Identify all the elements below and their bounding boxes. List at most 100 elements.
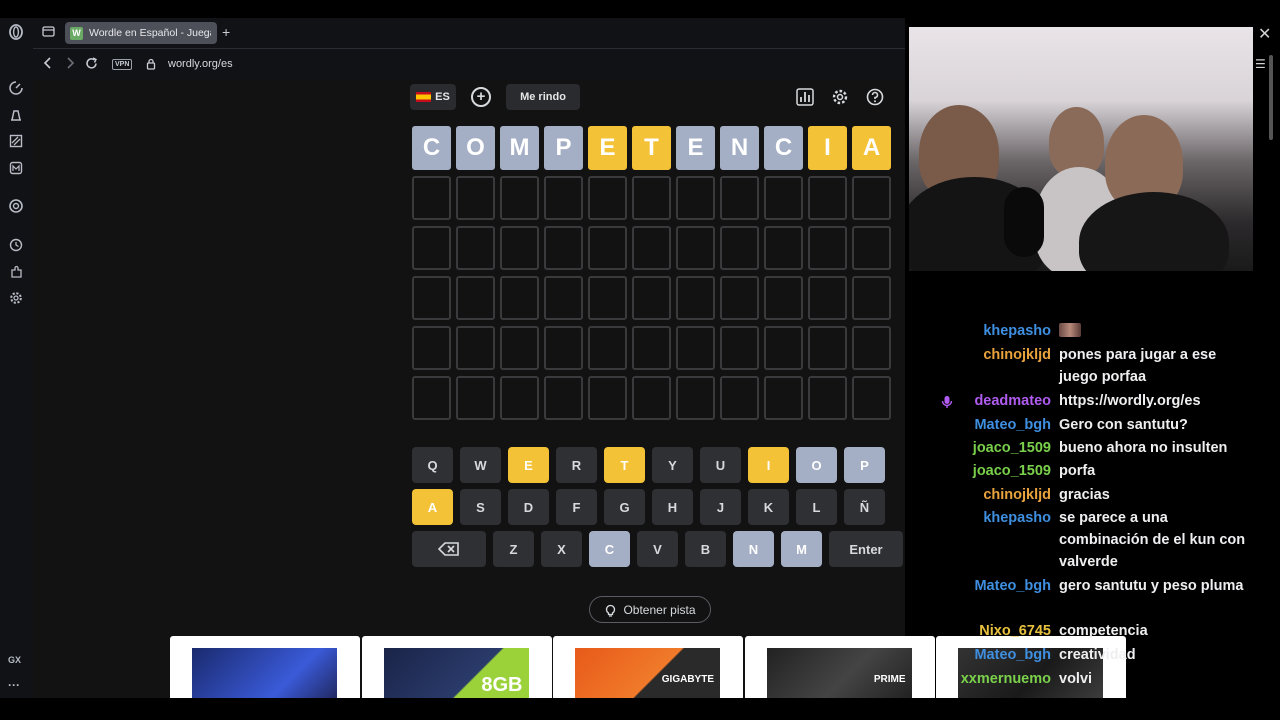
board-tile: E [588,126,627,170]
key-k[interactable]: K [748,489,789,525]
key-x[interactable]: X [541,531,582,567]
key-b[interactable]: B [685,531,726,567]
ad-product-label: GIGABYTE [661,674,714,685]
gx-control-icon[interactable] [8,107,24,123]
reload-icon[interactable] [85,57,98,73]
chat-username[interactable]: xxmernuemo [909,668,1051,690]
speed-dial-icon[interactable] [8,80,24,96]
key-a[interactable]: A [412,489,453,525]
chat-text: porfa [1059,463,1096,479]
chat-username[interactable]: joaco_1509 [909,460,1051,482]
board-tile [412,276,451,320]
board-tile [544,226,583,270]
back-arrow-icon[interactable] [43,57,53,72]
key-e[interactable]: E [508,447,549,483]
language-label: ES [435,91,450,103]
chat-username[interactable]: Mateo_bgh [909,644,1051,666]
twitch-icon[interactable] [8,133,24,149]
chat-username[interactable]: chinojkljd [909,484,1051,506]
extensions-icon[interactable] [8,264,24,280]
board-tile [720,376,759,420]
opera-logo-icon[interactable] [8,24,24,40]
board-tile [676,276,715,320]
backspace-icon [438,542,459,556]
backspace-key[interactable] [412,531,486,567]
board-row [412,226,891,270]
key-s[interactable]: S [460,489,501,525]
key-g[interactable]: G [604,489,645,525]
hint-button[interactable]: Obtener pista [589,596,711,623]
board-tile [764,376,803,420]
chat-text: se parece a una combinación de el kun co… [1059,510,1246,570]
more-options-icon[interactable]: ··· [8,678,20,692]
key-j[interactable]: J [700,489,741,525]
keyboard-row: Z X C V B N M Enter [412,531,903,567]
scrollbar[interactable] [1269,55,1273,140]
microphone-icon [1004,187,1044,257]
board-tile [412,226,451,270]
settings-gear-icon[interactable] [830,87,850,107]
key-q[interactable]: Q [412,447,453,483]
key-o[interactable]: O [796,447,837,483]
key-h[interactable]: H [652,489,693,525]
board-tile: M [500,126,539,170]
lock-icon[interactable] [146,58,156,73]
chat-username[interactable]: khepasho [909,507,1051,529]
chat-username[interactable]: deadmateo [909,390,1051,412]
chat-text: Gero con santutu? [1059,417,1188,433]
key-w[interactable]: W [460,447,501,483]
wordle-page: ES + Me rindo COMPETENCIA QWERTYUIOPASDF… [33,80,1126,716]
key-i[interactable]: I [748,447,789,483]
url-text[interactable]: wordly.org/es [168,58,233,70]
key-u[interactable]: U [700,447,741,483]
key-t[interactable]: T [604,447,645,483]
chat-username[interactable]: khepasho [909,320,1051,342]
history-icon[interactable] [8,237,24,253]
stats-icon[interactable] [795,87,815,107]
key-f[interactable]: F [556,489,597,525]
key-ñ[interactable]: Ñ [844,489,885,525]
board-tile [852,376,891,420]
chat-username[interactable]: Mateo_bgh [909,414,1051,436]
key-l[interactable]: L [796,489,837,525]
chat-username[interactable]: joaco_1509 [909,437,1051,459]
board-tile [500,376,539,420]
new-game-plus-icon[interactable]: + [471,87,491,107]
settings-icon[interactable] [8,290,24,306]
help-icon[interactable] [865,87,885,107]
board-tile: P [544,126,583,170]
board-tile [676,226,715,270]
enter-key[interactable]: Enter [829,531,903,567]
forward-arrow-icon[interactable] [65,57,75,72]
key-y[interactable]: Y [652,447,693,483]
key-v[interactable]: V [637,531,678,567]
new-tab-plus-icon[interactable]: + [222,24,230,40]
hamburger-menu-icon[interactable]: ☰ [1255,57,1266,71]
gx-label: GX [8,655,22,665]
vpn-badge[interactable]: VPN [112,59,133,70]
chat-text: creatividad [1059,647,1136,663]
close-icon[interactable]: ✕ [1258,24,1271,44]
key-n[interactable]: N [733,531,774,567]
key-d[interactable]: D [508,489,549,525]
board-tile [808,326,847,370]
key-z[interactable]: Z [493,531,534,567]
chat-username[interactable]: chinojkljd [909,344,1051,366]
chat-username[interactable]: Mateo_bgh [909,575,1051,597]
give-up-button[interactable]: Me rindo [506,84,580,110]
language-button[interactable]: ES [410,84,456,110]
chatgpt-icon[interactable] [8,198,24,214]
active-tab[interactable]: W Wordle en Español - Juega [65,22,217,44]
messenger-icon[interactable] [8,160,24,176]
tab-menu-icon[interactable] [42,26,55,40]
key-m[interactable]: M [781,531,822,567]
chat-username[interactable]: Nixo_6745 [909,620,1051,642]
key-p[interactable]: P [844,447,885,483]
key-r[interactable]: R [556,447,597,483]
board-tile [544,276,583,320]
board-tile [632,176,671,220]
board-tile [544,176,583,220]
board-tile [852,176,891,220]
board-tile [412,176,451,220]
key-c[interactable]: C [589,531,630,567]
